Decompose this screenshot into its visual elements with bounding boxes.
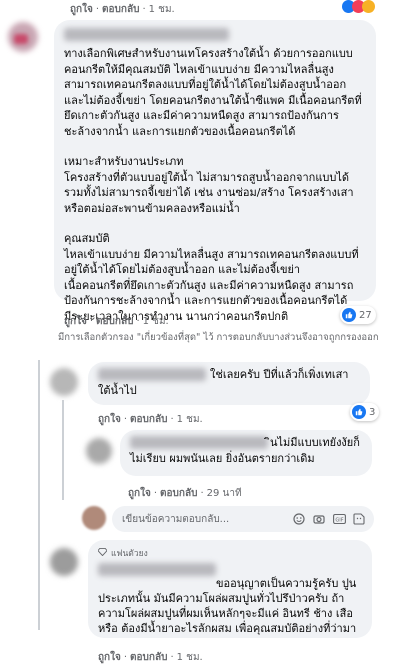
main-reaction-count[interactable]: 27 <box>340 306 376 324</box>
avatar <box>82 506 106 530</box>
fan-badge: แฟนตัวยง <box>111 549 148 559</box>
like-link[interactable]: ถูกใจ <box>128 488 151 499</box>
emoji-icon[interactable] <box>292 512 306 526</box>
reply-reaction-count[interactable]: 3 <box>350 403 380 421</box>
avatar[interactable] <box>50 368 78 396</box>
thread-line <box>38 360 40 630</box>
reply-actions: ถูกใจ · ตอบกลับ · 29 นาที <box>128 488 242 499</box>
haha-reaction-icon <box>362 0 375 13</box>
main-comment-bubble: ทางเลือกพิเศษสำหรับงานเทโครงสร้างใต้น้ำ … <box>54 20 376 323</box>
reaction-emojis[interactable] <box>342 0 375 13</box>
reply-link[interactable]: ตอบกลับ <box>160 488 197 499</box>
main-comment-actions: ถูกใจ · ตอบกลับ · 1 ชม. <box>64 316 169 327</box>
thumbs-up-icon <box>352 405 366 419</box>
reply-link[interactable]: ตอบกลับ <box>96 316 133 327</box>
avatar[interactable] <box>50 548 78 576</box>
reaction-count: 27 <box>359 309 372 321</box>
like-link[interactable]: ถูกใจ <box>64 316 87 327</box>
reply-link[interactable]: ตอบกลับ <box>130 414 167 425</box>
comment-paragraph: คุณสมบัติ ไหลเข้าแบบง่าย มีความไหลลื่นสู… <box>64 232 359 323</box>
reply-text: ขออนุญาตเป็นความรู้ครับ ปูนประเภทนั้น มั… <box>98 577 357 635</box>
top-action-row: ถูกใจ · ตอบกลับ · 1 ชม. <box>70 4 175 15</box>
timestamp[interactable]: 1 ชม. <box>149 4 175 15</box>
sticker-icon[interactable] <box>352 512 366 526</box>
comment-paragraph: เหมาะสำหรับงานประเภท โครงสร้างที่ตัวแบบอ… <box>64 155 354 215</box>
avatar[interactable] <box>86 438 112 464</box>
reply-bubble: ินไม่มีแบบเทยังงัยก็ไม่เรียบ ผมพนันเลย ย… <box>120 430 372 476</box>
reply-text: ใช่เลยครับ ปีที่แล้วก็เพิ่งเทเสาใต้น้ำไป <box>98 368 349 397</box>
timestamp[interactable]: 1 ชม. <box>177 652 203 663</box>
reaction-count: 3 <box>369 406 376 418</box>
reply-actions: ถูกใจ · ตอบกลับ · 1 ชม. <box>98 414 203 425</box>
svg-text:GIF: GIF <box>335 518 343 524</box>
camera-icon[interactable] <box>312 512 326 526</box>
reply-bubble: แฟนตัวยง ขออนุญาตเป็นความรู้ครับ ปูนประเ… <box>88 540 372 638</box>
reply-input[interactable]: เขียนข้อความตอบกลับ... <box>122 512 292 527</box>
reply-input-box[interactable]: เขียนข้อความตอบกลับ... GIF <box>112 506 374 532</box>
thread-line <box>62 400 64 500</box>
like-link[interactable]: ถูกใจ <box>70 4 93 15</box>
avatar-accent <box>14 34 28 44</box>
reply-text: ินไม่มีแบบเทยังงัยก็ไม่เรียบ ผมพนันเลย ย… <box>130 436 360 465</box>
timestamp[interactable]: 1 ชม. <box>177 414 203 425</box>
reply-bubble: ใช่เลยครับ ปีที่แล้วก็เพิ่งเทเสาใต้น้ำไป <box>88 362 370 405</box>
timestamp[interactable]: 1 ชม. <box>143 316 169 327</box>
like-link[interactable]: ถูกใจ <box>98 414 121 425</box>
thumbs-up-icon <box>342 308 356 322</box>
filter-notice: มีการเลือกตัวกรอง "เกี่ยวข้องที่สุด" ไว้… <box>58 332 379 343</box>
reply-actions: ถูกใจ · ตอบกลับ · 1 ชม. <box>98 652 203 663</box>
reply-link[interactable]: ตอบกลับ <box>102 4 139 15</box>
commenter-name[interactable] <box>98 563 216 576</box>
diamond-icon <box>97 547 108 559</box>
reply-link[interactable]: ตอบกลับ <box>130 652 167 663</box>
like-link[interactable]: ถูกใจ <box>98 652 121 663</box>
comment-paragraph: ทางเลือกพิเศษสำหรับงานเทโครงสร้างใต้น้ำ … <box>64 47 362 138</box>
timestamp[interactable]: 29 นาที <box>207 488 242 499</box>
gif-icon[interactable]: GIF <box>332 512 346 526</box>
commenter-name[interactable] <box>64 28 229 41</box>
